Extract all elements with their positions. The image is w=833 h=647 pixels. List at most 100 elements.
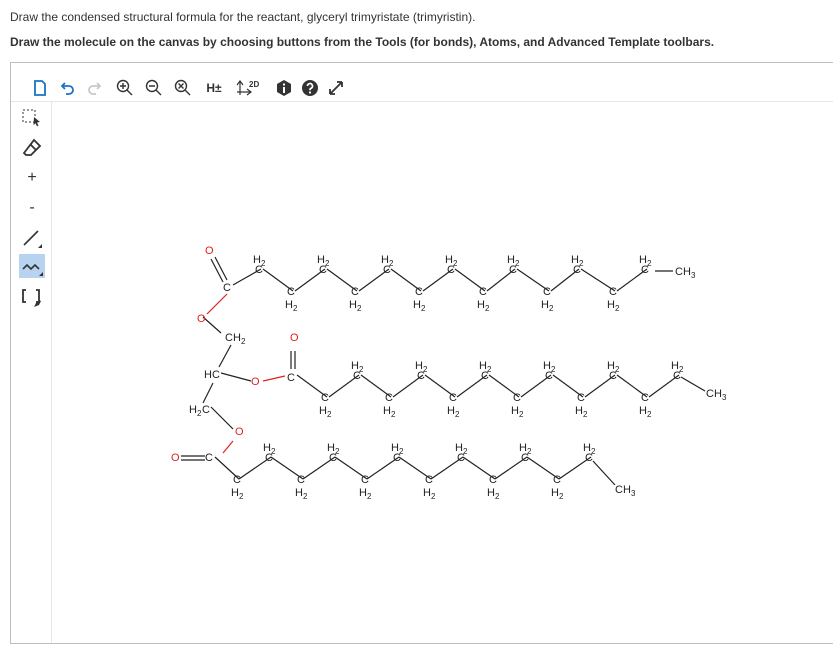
- subscript-label: 2: [303, 492, 308, 501]
- subscript-label: 2: [485, 304, 490, 313]
- carbon-label: C: [223, 282, 231, 294]
- hydrogen-label: H: [231, 487, 239, 499]
- subscript-label: 3: [722, 393, 727, 402]
- carbon-label: C: [609, 286, 617, 298]
- subscript-label: 2: [615, 304, 620, 313]
- top-toolbar: H± 2D: [11, 63, 833, 102]
- carbon-label: C: [479, 286, 487, 298]
- eraser-icon[interactable]: [19, 136, 45, 160]
- subscript-label: 2: [293, 304, 298, 313]
- subscript-label: 3: [631, 489, 636, 498]
- carbon-label: C: [425, 474, 433, 486]
- subscript-label: 2: [421, 304, 426, 313]
- carbon-label: C: [329, 452, 337, 464]
- carbon-label: C: [287, 286, 295, 298]
- double-bond: [214, 256, 228, 281]
- fullscreen-icon[interactable]: [325, 77, 347, 99]
- methyl-label: CH: [615, 484, 631, 496]
- hydrogen-label: H: [383, 405, 391, 417]
- oxygen-label: O: [235, 426, 244, 438]
- carbon-label: C: [255, 264, 263, 276]
- minus-charge-icon[interactable]: -: [19, 196, 45, 220]
- carbon-label: C: [415, 286, 423, 298]
- carbon-label: C: [553, 474, 561, 486]
- zoom-out-icon[interactable]: [143, 77, 165, 99]
- bracket-icon[interactable]: [19, 285, 45, 309]
- ester-bond: [222, 440, 234, 454]
- carbon-label: C: [351, 286, 359, 298]
- carbon-label: C: [609, 370, 617, 382]
- hydrogen-label: H: [359, 487, 367, 499]
- subscript-label: 2: [519, 410, 524, 419]
- methyl-label: CH: [675, 266, 691, 278]
- carbon-label: C: [361, 474, 369, 486]
- hydrogen-label: H: [607, 299, 615, 311]
- carbon-label: C: [353, 370, 361, 382]
- carbon-label: C: [577, 392, 585, 404]
- carbon-label: C: [481, 370, 489, 382]
- structure-editor: H± 2D + - O C O H 2 C C H 2 H 2 C C H 2 …: [10, 62, 833, 644]
- hydrogen-label: H: [447, 405, 455, 417]
- carbon-label: C: [393, 452, 401, 464]
- chain-icon[interactable]: [19, 254, 45, 278]
- subscript-label: 2: [549, 304, 554, 313]
- carbon-label: C: [385, 392, 393, 404]
- hydrogen-label: H: [639, 405, 647, 417]
- single-bond-icon[interactable]: [19, 226, 45, 250]
- carbon-label: C: [585, 452, 593, 464]
- hydrogen-label: H: [295, 487, 303, 499]
- hydrogen-label: H: [423, 487, 431, 499]
- question-text: Draw the condensed structural formula fo…: [10, 10, 476, 24]
- hydrogen-label: H: [551, 487, 559, 499]
- backbone-bond: [210, 406, 234, 430]
- selection-icon[interactable]: [19, 106, 45, 130]
- hydrogen-label: H: [575, 405, 583, 417]
- backbone-bond: [218, 344, 232, 368]
- carbon-label: C: [509, 264, 517, 276]
- trimyristin-structure: OCOH 2CCH 2H 2CCH 2H 2CCH 2H 2CCH 2H 2CCH 2H 2CCH 2H…: [171, 245, 727, 501]
- new-document-icon[interactable]: [29, 77, 51, 99]
- help-icon[interactable]: [299, 77, 321, 99]
- hydrogen-toggle-icon[interactable]: H±: [201, 77, 227, 99]
- oxygen-label: O: [290, 332, 299, 344]
- carbon-label: C: [202, 404, 210, 416]
- tools-sidebar: + -: [11, 102, 52, 643]
- carbon-label: C: [447, 264, 455, 276]
- oxygen-label: O: [171, 452, 180, 464]
- carbon-label: C: [545, 370, 553, 382]
- carbon-label: C: [265, 452, 273, 464]
- carbon-label: C: [321, 392, 329, 404]
- double-bond: [210, 258, 224, 283]
- carbon-label: C: [489, 474, 497, 486]
- carbon-label: C: [449, 392, 457, 404]
- subscript-label: 2: [559, 492, 564, 501]
- carbon-label: C: [673, 370, 681, 382]
- hydrogen-label: H: [285, 299, 293, 311]
- info-icon[interactable]: [273, 77, 295, 99]
- carbon-label: C: [319, 264, 327, 276]
- carbon-label: C: [513, 392, 521, 404]
- subscript-label: 2: [327, 410, 332, 419]
- chain-bond: [592, 460, 616, 486]
- hydrogen-label: H: [541, 299, 549, 311]
- backbone-bond: [202, 382, 214, 404]
- instruction-text: Draw the molecule on the canvas by choos…: [10, 35, 715, 49]
- methylene-label: CH: [225, 332, 241, 344]
- clean-2d-icon[interactable]: 2D: [235, 77, 263, 99]
- hydrogen-label: H: [189, 404, 197, 416]
- redo-icon[interactable]: [83, 77, 105, 99]
- plus-charge-icon[interactable]: +: [19, 166, 45, 190]
- undo-icon[interactable]: [57, 77, 79, 99]
- backbone-bond: [202, 316, 222, 334]
- subscript-label: 2: [357, 304, 362, 313]
- hydrogen-label: H: [487, 487, 495, 499]
- oxygen-label: O: [197, 313, 206, 325]
- subscript-label: 2: [455, 410, 460, 419]
- carbon-label: C: [573, 264, 581, 276]
- clear-icon[interactable]: [172, 77, 194, 99]
- carbon-label: C: [205, 452, 213, 464]
- zoom-in-icon[interactable]: [114, 77, 136, 99]
- hydrogen-label: H: [511, 405, 519, 417]
- drawing-canvas[interactable]: OCOH2CCH2H2CCH2H2CCH2H2CCH2H2CCH2H2CCH2H…: [52, 102, 833, 643]
- hydrogen-label: H: [319, 405, 327, 417]
